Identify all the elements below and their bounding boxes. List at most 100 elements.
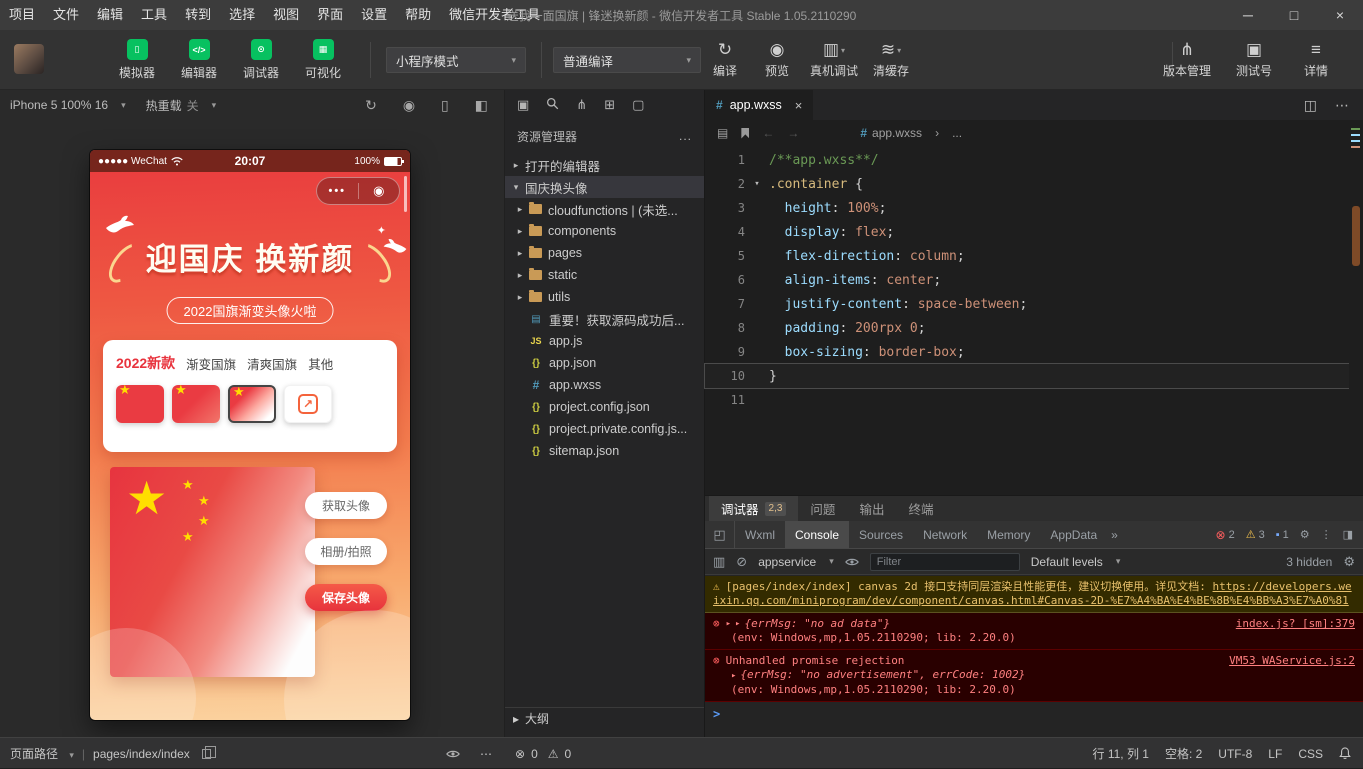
tree-file-item[interactable]: ▤重要！获取源码成功后... <box>505 308 704 330</box>
open-editors-icon[interactable]: ▣ <box>517 97 529 113</box>
kebab-menu-icon[interactable]: ⋮ <box>1321 528 1332 541</box>
cursor-position[interactable]: 行 11, 列 1 <box>1092 745 1148 762</box>
dock-side-icon[interactable]: ◨ <box>1343 528 1353 541</box>
exit-icon[interactable]: ◉ <box>359 183 400 199</box>
debugger-button[interactable]: ⊙调试器 <box>236 39 286 81</box>
flag-style-tab[interactable]: 渐变国旗 <box>186 354 236 373</box>
menu-item[interactable]: 转到 <box>176 0 220 30</box>
log-levels-dropdown[interactable]: Default levels ▾ <box>1031 555 1121 569</box>
tree-file-item[interactable]: JSapp.js <box>505 330 704 352</box>
outline-section[interactable]: ▸ 大纲 <box>505 707 704 729</box>
error-counter[interactable]: ⊗2 <box>1216 528 1235 542</box>
test-account-button[interactable]: ▣测试号 <box>1231 39 1277 79</box>
details-button[interactable]: ≡详情 <box>1293 39 1339 79</box>
hot-reload-toggle[interactable]: 热重载 关 ▾ <box>146 97 217 114</box>
code-line[interactable]: 4 display: flex; <box>705 220 1349 244</box>
minimap[interactable] <box>1349 120 1363 495</box>
flag-style-tab[interactable]: 清爽国旗 <box>247 354 297 373</box>
code-line[interactable]: 7 justify-content: space-between; <box>705 292 1349 316</box>
extensions-icon[interactable]: ⊞ <box>604 97 615 113</box>
bookmark-icon[interactable] <box>741 128 749 139</box>
encoding-setting[interactable]: UTF-8 <box>1218 747 1252 761</box>
code-line[interactable]: 5 flex-direction: column; <box>705 244 1349 268</box>
page-path-value[interactable]: pages/index/index <box>93 747 190 761</box>
close-button[interactable]: × <box>1317 0 1363 30</box>
inspect-element-icon[interactable]: ◰ <box>705 521 735 548</box>
simulator-button[interactable]: ▯模拟器 <box>112 39 162 81</box>
tree-file-item[interactable]: {}sitemap.json <box>505 440 704 462</box>
code-line[interactable]: 1/**app.wxss**/ <box>705 148 1349 172</box>
minimap-slider[interactable] <box>1352 206 1360 266</box>
devtools-tab[interactable]: Console <box>785 521 849 548</box>
device-frame-icon[interactable]: ▯ <box>441 97 449 114</box>
debugger-tab[interactable]: 输出 <box>847 496 896 521</box>
tree-file-item[interactable]: {}project.private.config.js... <box>505 418 704 440</box>
expand-arrow-icon[interactable]: ▸ <box>735 617 740 631</box>
tab-app-wxss[interactable]: # app.wxss × <box>705 90 814 120</box>
version-control-button[interactable]: ⋔版本管理 <box>1159 39 1215 79</box>
code-line[interactable]: 11 <box>705 388 1349 412</box>
restore-button[interactable]: □ <box>1271 0 1317 30</box>
mode-dropdown[interactable]: 小程序模式 ▾ <box>386 47 526 73</box>
menu-item[interactable]: 文件 <box>44 0 88 30</box>
language-mode[interactable]: CSS <box>1298 747 1323 761</box>
editor-button[interactable]: </>编辑器 <box>174 39 224 81</box>
tree-file-item[interactable]: {}app.json <box>505 352 704 374</box>
compile-mode-dropdown[interactable]: 普通编译 ▾ <box>553 47 701 73</box>
eol-setting[interactable]: LF <box>1268 747 1282 761</box>
console-filter-input[interactable] <box>870 553 1020 571</box>
code-line[interactable]: 10} <box>705 364 1349 388</box>
menu-item[interactable]: 设置 <box>352 0 396 30</box>
nav-back-icon[interactable]: ← <box>762 126 774 140</box>
devtools-tab[interactable]: Memory <box>977 521 1040 548</box>
multi-device-icon[interactable]: ◧ <box>475 97 488 114</box>
devtools-tab[interactable]: AppData <box>1040 521 1107 548</box>
error-object[interactable]: {errMsg: "no ad data"} <box>744 617 890 631</box>
visualization-button[interactable]: ▦可视化 <box>298 39 348 81</box>
phone-button[interactable]: 获取头像 <box>305 492 387 519</box>
console-sidebar-icon[interactable]: ▥ <box>713 554 725 570</box>
console-settings-gear-icon[interactable]: ⚙ <box>1343 554 1355 570</box>
menu-item[interactable]: 选择 <box>220 0 264 30</box>
outline-list-icon[interactable]: ▤ <box>717 126 728 140</box>
problems-summary[interactable]: ⊗0 ⚠0 <box>515 738 571 769</box>
flag-style-tab[interactable]: 其他 <box>308 354 333 373</box>
flag-fade-tile[interactable]: ★ <box>228 385 276 423</box>
page-path-dropdown[interactable]: 页面路径 ▾ <box>10 745 74 762</box>
statusbar-eye[interactable] <box>446 738 460 769</box>
tree-folder-item[interactable]: ▸utils <box>505 286 704 308</box>
more-actions-icon[interactable]: ... <box>679 129 692 143</box>
error-object[interactable]: {errMsg: "no advertisement", errCode: 10… <box>740 668 1025 681</box>
code-line[interactable]: 8 padding: 200rpx 0; <box>705 316 1349 340</box>
custom-upload-tile[interactable]: ↗ <box>284 385 332 423</box>
split-editor-icon[interactable]: ◫ <box>1304 97 1317 114</box>
section-project-root[interactable]: ▾国庆换头像 <box>505 176 704 198</box>
console-error-message[interactable]: ⊗ ▸ ▸ {errMsg: "no ad data"} index.js? [… <box>705 613 1363 650</box>
console-warning-message[interactable]: ⚠[pages/index/index] canvas 2d 接口支持同层渲染且… <box>705 576 1363 613</box>
more-tabs-icon[interactable]: » <box>1107 528 1122 542</box>
copy-icon[interactable] <box>202 749 211 759</box>
expand-arrow-icon[interactable]: ▸ <box>731 671 736 681</box>
compile-button[interactable]: ↻编译 <box>702 39 748 79</box>
tree-folder-item[interactable]: ▸components <box>505 220 704 242</box>
source-link[interactable]: VM53 WAService.js:2 <box>1217 654 1355 668</box>
clear-console-icon[interactable]: ⊘ <box>736 554 747 570</box>
hidden-messages-label[interactable]: 3 hidden <box>1286 555 1332 569</box>
breadcrumb-more[interactable]: ... <box>952 126 962 140</box>
warning-counter[interactable]: ⚠3 <box>1246 528 1265 541</box>
close-tab-icon[interactable]: × <box>795 98 803 113</box>
preview-button[interactable]: ◉预览 <box>754 39 800 79</box>
debugger-tab[interactable]: 调试器2,3 <box>709 496 798 521</box>
clear-cache-button[interactable]: ≋▾清缓存 <box>868 39 914 79</box>
git-branch-icon[interactable]: ⋔ <box>576 97 587 113</box>
devtools-tab[interactable]: Wxml <box>735 521 785 548</box>
source-link[interactable]: index.js? [sm]:379 <box>1224 617 1355 631</box>
device-selector[interactable]: iPhone 5 100% 16 ▾ <box>10 98 126 112</box>
notifications-bell-icon[interactable] <box>1339 747 1351 760</box>
code-line[interactable]: 6 align-items: center; <box>705 268 1349 292</box>
eye-icon[interactable] <box>845 557 859 567</box>
more-icon[interactable]: ••• <box>317 185 358 197</box>
tree-file-item[interactable]: #app.wxss <box>505 374 704 396</box>
statusbar-more[interactable]: ⋯ <box>480 738 492 769</box>
user-avatar[interactable] <box>14 44 44 74</box>
